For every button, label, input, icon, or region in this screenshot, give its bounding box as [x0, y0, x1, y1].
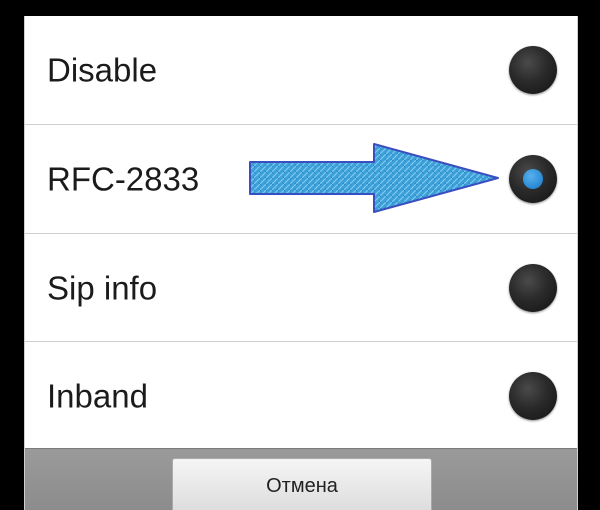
option-label: Disable	[47, 51, 158, 89]
radio-button-unselected[interactable]	[509, 372, 557, 420]
option-label: Sip info	[47, 269, 158, 307]
dtmf-mode-dialog: Disable RFC-2833 Sip info Inband Отмена	[24, 16, 578, 510]
cancel-button[interactable]: Отмена	[172, 458, 432, 510]
radio-button-unselected[interactable]	[509, 264, 557, 312]
option-inband[interactable]: Inband	[25, 342, 577, 450]
option-label: Inband	[47, 377, 148, 415]
radio-selected-dot	[523, 169, 543, 189]
screen: Disable RFC-2833 Sip info Inband Отмена	[0, 0, 600, 510]
option-sip-info[interactable]: Sip info	[25, 234, 577, 342]
option-label: RFC-2833	[47, 160, 200, 198]
radio-button-selected[interactable]	[509, 155, 557, 203]
dialog-button-bar: Отмена	[25, 448, 577, 510]
right-arrow-icon	[249, 143, 499, 213]
radio-button-unselected[interactable]	[509, 46, 557, 94]
option-disable[interactable]: Disable	[25, 16, 577, 124]
